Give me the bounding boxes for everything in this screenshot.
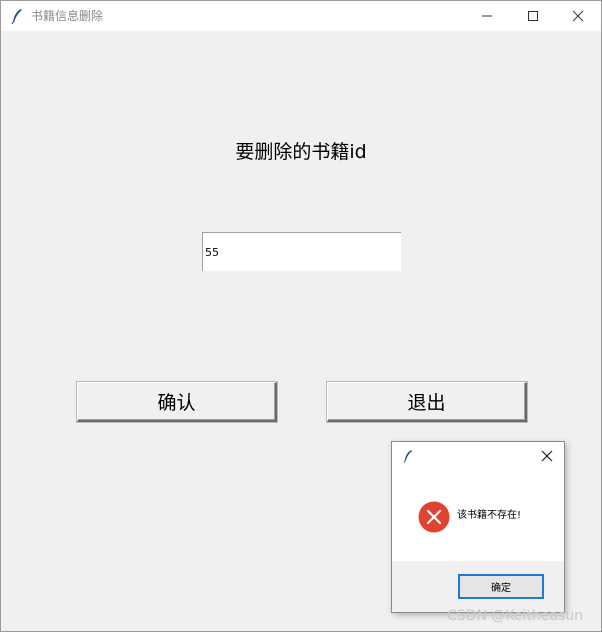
maximize-button[interactable]	[510, 1, 556, 31]
watermark: CSDN @Keitheasun	[447, 608, 583, 624]
dialog-footer: 确定	[392, 561, 564, 612]
minimize-button[interactable]	[464, 1, 510, 31]
window-title: 书籍信息删除	[31, 9, 104, 23]
error-icon	[418, 501, 450, 533]
book-id-input[interactable]	[202, 232, 401, 271]
title-bar[interactable]: 书籍信息删除	[1, 1, 601, 31]
maximize-icon	[528, 11, 538, 21]
dialog-message: 该书籍不存在!	[457, 510, 522, 521]
error-dialog: 该书籍不存在! 确定	[391, 441, 565, 613]
main-window: 书籍信息删除 要删除的书籍id 确认 退出	[0, 0, 602, 632]
ok-button[interactable]: 确定	[458, 574, 544, 599]
minimize-icon	[482, 15, 492, 17]
feather-icon	[11, 9, 22, 24]
close-icon	[572, 10, 584, 22]
close-icon	[541, 450, 553, 462]
form-heading: 要删除的书籍id	[235, 141, 367, 163]
confirm-button[interactable]: 确认	[77, 382, 277, 422]
dialog-close-button[interactable]	[537, 448, 557, 464]
feather-icon	[403, 450, 413, 463]
close-button[interactable]	[555, 1, 601, 31]
exit-button[interactable]: 退出	[327, 382, 527, 422]
